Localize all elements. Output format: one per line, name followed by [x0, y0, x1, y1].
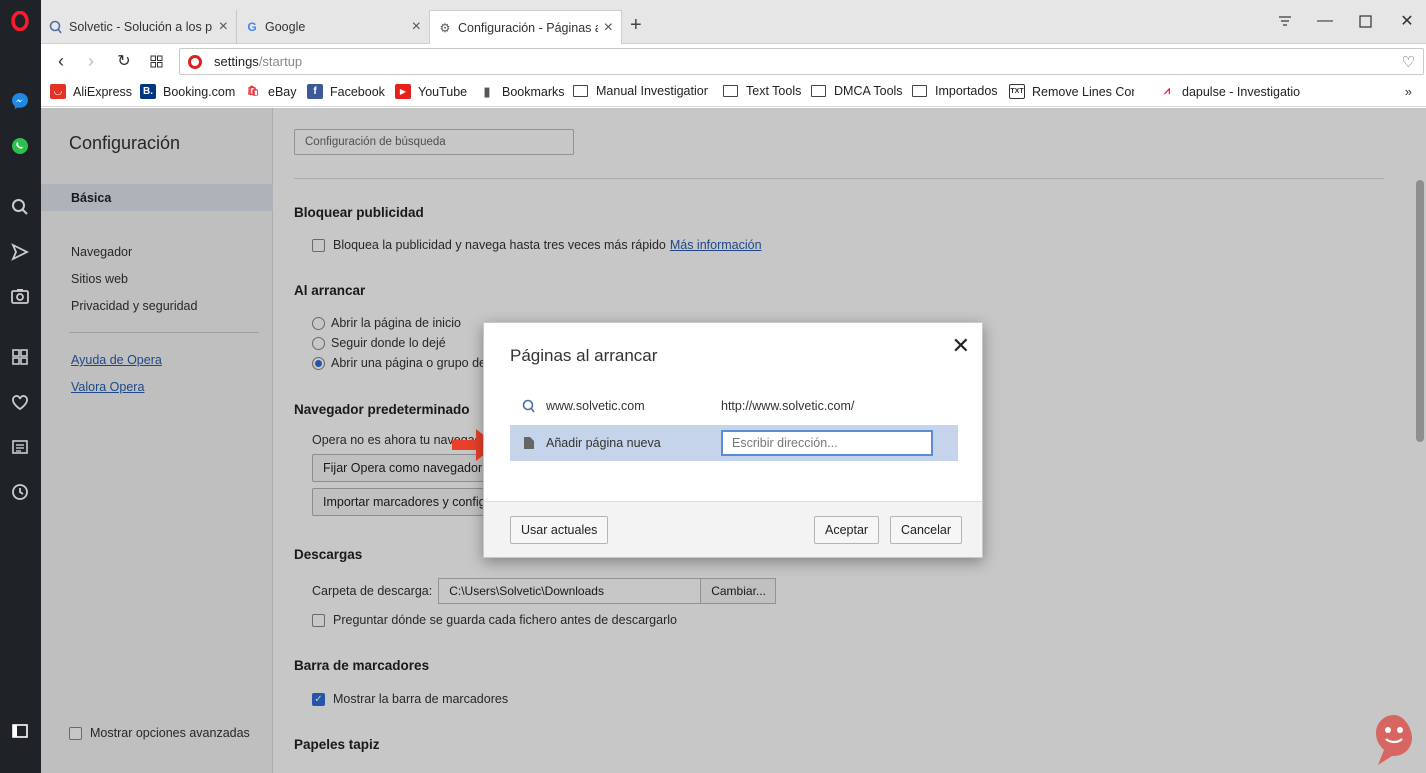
dialog-title: Páginas al arrancar: [510, 346, 658, 365]
startup-pages-dialog: Páginas al arrancar ✕ www.solvetic.com h…: [483, 322, 983, 558]
file-icon: ▮: [483, 83, 491, 99]
tab-title: Solvetic - Solución a los pr: [69, 20, 213, 34]
url-host: settings: [214, 54, 259, 69]
startup-page-row[interactable]: www.solvetic.com http://www.solvetic.com…: [510, 388, 958, 424]
google-icon: G: [247, 20, 257, 34]
tabs-grid-button[interactable]: [145, 50, 167, 72]
ebay-icon: 🛍: [245, 84, 261, 99]
bookmark-label: Facebook: [330, 84, 385, 99]
tab-title: Google: [265, 20, 306, 34]
bookmark-ebay[interactable]: 🛍 eBay: [245, 84, 297, 99]
tab-title: Configuración - Páginas al: [458, 20, 598, 35]
forward-button[interactable]: ›: [80, 50, 102, 72]
folder-icon: [723, 85, 738, 97]
opera-menu-icon[interactable]: [8, 9, 32, 33]
tab-google[interactable]: G Google ×: [237, 10, 430, 44]
opera-icon: [188, 54, 202, 69]
sidebar-toggle-icon[interactable]: [8, 719, 32, 743]
bookmark-label: dapulse - Investigatio: [1182, 84, 1301, 99]
file-icon: [522, 437, 536, 449]
bookmark-dmca-tools[interactable]: DMCA Tools: [811, 84, 903, 98]
solvetic-icon: [522, 399, 536, 413]
bookmark-label: AliExpress: [73, 84, 133, 99]
gear-icon: ⚙: [439, 20, 451, 35]
page-url: http://www.solvetic.com/: [721, 399, 855, 413]
close-window-button[interactable]: ✕: [1392, 8, 1422, 34]
close-icon[interactable]: ✕: [952, 333, 970, 359]
url-path: /startup: [258, 54, 303, 69]
bookmark-label: Bookmarks: [502, 84, 565, 99]
bookmark-dapulse[interactable]: ⩘ dapulse - Investigatio: [1159, 84, 1322, 99]
close-icon[interactable]: ×: [412, 18, 421, 36]
bookmark-manual-investigation[interactable]: Manual Investigation: [573, 84, 708, 98]
bookmark-label: DMCA Tools: [834, 84, 903, 98]
bookmark-remove-lines[interactable]: TXT Remove Lines Contai: [1009, 84, 1134, 99]
dapulse-icon: ⩘: [1163, 85, 1171, 97]
back-button[interactable]: ‹: [50, 50, 72, 72]
cancel-button[interactable]: Cancelar: [890, 516, 963, 544]
page-name: www.solvetic.com: [546, 399, 645, 413]
bookmark-label: Text Tools: [746, 84, 802, 98]
search-icon[interactable]: [8, 195, 32, 219]
close-icon[interactable]: ×: [604, 19, 613, 37]
facebook-icon: f: [307, 84, 323, 99]
bookmark-label: Remove Lines Contai: [1032, 84, 1134, 99]
history-icon[interactable]: [8, 480, 32, 504]
bookmark-importados[interactable]: Importados: [912, 84, 998, 98]
tab-configuracion[interactable]: ⚙ Configuración - Páginas al ×: [429, 10, 622, 44]
accept-button[interactable]: Aceptar: [814, 516, 880, 544]
heart-icon[interactable]: ♡: [1402, 53, 1415, 71]
solvetic-icon: [49, 20, 63, 34]
close-icon[interactable]: ×: [219, 18, 228, 36]
opera-sidebar: [0, 0, 41, 773]
maximize-button[interactable]: [1350, 8, 1380, 34]
tab-menu-icon[interactable]: [1270, 8, 1300, 34]
speed-dial-icon[interactable]: [8, 345, 32, 369]
use-current-button[interactable]: Usar actuales: [510, 516, 609, 544]
dialog-footer: Usar actuales Aceptar Cancelar: [484, 501, 982, 557]
bookmark-label: Importados: [935, 84, 998, 98]
folder-icon: [912, 85, 927, 97]
bookmark-booking[interactable]: B. Booking.com: [140, 84, 235, 99]
camera-icon[interactable]: [8, 284, 32, 308]
bookmark-label: Manual Investigation: [596, 84, 708, 98]
youtube-icon: ▶: [395, 84, 411, 99]
bookmark-youtube[interactable]: ▶ YouTube: [395, 84, 467, 99]
tab-bar: Solvetic - Solución a los pr × G Google …: [41, 0, 1426, 44]
reload-button[interactable]: ↻: [113, 50, 135, 72]
bookmark-label: eBay: [268, 84, 297, 99]
txt-icon: TXT: [1009, 84, 1025, 99]
minimize-button[interactable]: —: [1310, 8, 1340, 34]
folder-icon: [573, 85, 588, 97]
add-page-label: Añadir página nueva: [546, 436, 661, 450]
address-input[interactable]: Escribir dirección...: [721, 430, 933, 456]
folder-icon: [811, 85, 826, 97]
whatsapp-icon[interactable]: [8, 134, 32, 158]
booking-icon: B.: [140, 84, 156, 99]
address-bar[interactable]: settings/startup ♡: [179, 48, 1424, 75]
aliexpress-icon: ◡: [50, 84, 66, 99]
send-icon[interactable]: [8, 240, 32, 264]
bookmark-text-tools[interactable]: Text Tools: [723, 84, 801, 98]
bookmark-label: Booking.com: [163, 84, 236, 99]
tab-solvetic[interactable]: Solvetic - Solución a los pr ×: [41, 10, 237, 44]
bookmark-aliexpress[interactable]: ◡ AliExpress: [50, 84, 132, 99]
news-icon[interactable]: [8, 435, 32, 459]
bookmark-facebook[interactable]: f Facebook: [307, 84, 385, 99]
messenger-icon[interactable]: [8, 89, 32, 113]
solvetic-watermark-logo: [1376, 715, 1412, 765]
add-page-row[interactable]: Añadir página nueva Escribir dirección..…: [510, 425, 958, 461]
bookmark-bookmarks[interactable]: ▮ Bookmarks: [479, 83, 565, 99]
navigation-bar: ‹ › ↻ settings/startup ♡: [41, 44, 1426, 77]
heart-icon[interactable]: [8, 390, 32, 414]
new-tab-button[interactable]: +: [630, 14, 642, 37]
bookmarks-bar: ◡ AliExpress B. Booking.com 🛍 eBay f Fac…: [41, 78, 1426, 107]
bookmark-label: YouTube: [418, 84, 468, 99]
more-bookmarks-icon[interactable]: »: [1405, 84, 1412, 99]
